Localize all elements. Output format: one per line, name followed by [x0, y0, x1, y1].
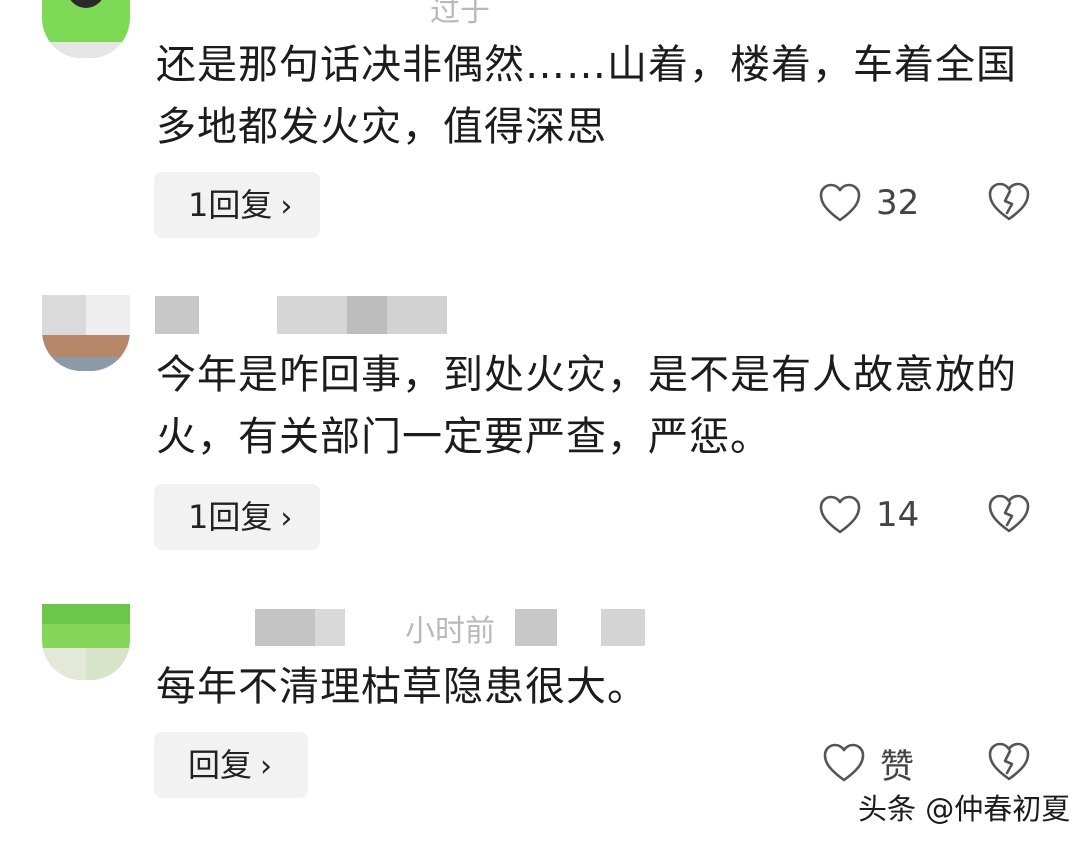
like-button[interactable]: 32 [818, 178, 919, 228]
like-count: 14 [876, 495, 920, 535]
heart-icon [818, 183, 862, 223]
username-fragment: 过于 [430, 0, 490, 29]
reply-button[interactable]: 回复 › [154, 732, 308, 798]
heart-icon [822, 743, 866, 783]
broken-heart-icon[interactable] [987, 182, 1031, 226]
like-button[interactable]: 赞 [822, 738, 914, 788]
reply-label: 1回复 [188, 498, 273, 536]
username-fragment: 小时前 [405, 614, 495, 646]
broken-heart-icon[interactable] [987, 742, 1031, 786]
broken-heart-icon[interactable] [987, 494, 1031, 538]
chevron-right-icon: › [280, 189, 293, 224]
reply-button[interactable]: 1回复 › [154, 484, 320, 550]
avatar[interactable] [42, 604, 130, 680]
comment-text: 还是那句话决非偶然……山着，楼着，车着全国多地都发火灾，值得深思 [156, 42, 1017, 150]
username-blur [315, 609, 345, 646]
chevron-right-icon: › [280, 501, 293, 536]
like-count: 赞 [880, 746, 914, 787]
username-blur [601, 609, 645, 646]
username[interactable] [155, 296, 485, 336]
watermark: 头条 @仲春初夏 [858, 792, 1071, 826]
username-blur [387, 296, 447, 334]
heart-icon [818, 495, 862, 535]
comment-list: 过于 还是那句话决非偶然……山着，楼着，车着全国多地都发火灾，值得深思 1回复 ›… [0, 0, 1080, 844]
username-blur [515, 609, 557, 646]
username-blur [255, 609, 315, 646]
username[interactable]: 小时前 [155, 606, 645, 646]
like-button[interactable]: 14 [818, 490, 919, 540]
comment-text: 今年是咋回事，到处火灾，是不是有人故意放的火，有关部门一定要严查，严惩。 [156, 352, 1017, 460]
avatar[interactable] [42, 0, 130, 58]
username-blur [155, 296, 199, 334]
avatar[interactable] [42, 295, 130, 371]
comment-text: 每年不清理枯草隐患很大。 [156, 664, 648, 710]
reply-label: 1回复 [188, 186, 273, 224]
chevron-right-icon: › [260, 749, 273, 784]
reply-label: 回复 [188, 746, 253, 784]
reply-button[interactable]: 1回复 › [154, 172, 320, 238]
username-blur [347, 296, 387, 334]
username-blur [277, 296, 347, 334]
like-count: 32 [876, 183, 920, 223]
